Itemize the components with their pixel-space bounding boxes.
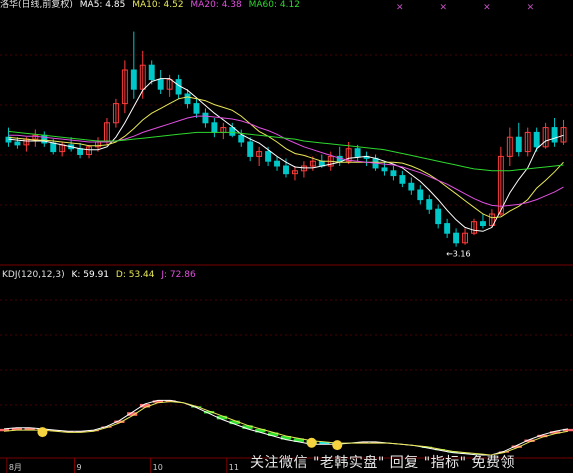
- candle-body: [381, 167, 388, 172]
- smiley-face: [37, 427, 48, 438]
- candle-body: [274, 160, 281, 167]
- low-price-marker: ←3.16: [446, 250, 471, 259]
- ma-line-ma10: [8, 96, 564, 219]
- candle-body: [77, 148, 84, 155]
- candle-body: [408, 182, 415, 191]
- candle-body: [238, 134, 245, 143]
- date-label: 8月: [9, 463, 22, 472]
- candle-body: [533, 131, 540, 148]
- date-label: 9: [77, 463, 82, 472]
- kdj-k-label: K: 59.91: [71, 270, 110, 280]
- candle-body: [14, 141, 21, 146]
- date-axis: 8月 9 10 11: [6, 458, 239, 473]
- candle-body: [435, 208, 442, 225]
- candle-body: [444, 223, 451, 234]
- candle-body: [453, 232, 460, 244]
- ma60-label: MA60: 4.12: [248, 0, 300, 10]
- candle-body: [148, 64, 155, 81]
- date-label: 10: [153, 463, 163, 472]
- candle-body: [229, 127, 236, 136]
- smiley-icon: [332, 440, 343, 451]
- candle-body: [247, 141, 254, 157]
- smiley-face: [306, 437, 317, 448]
- date-label: 11: [229, 463, 239, 472]
- kdj-k-line: [3, 399, 569, 456]
- candle-body: [202, 112, 209, 124]
- chart-title: 洛华(日线,前复权): [0, 0, 73, 10]
- kdj-d-line: [3, 401, 569, 456]
- candle-body: [479, 221, 486, 227]
- watermark-text: 关注微信 "老韩实盘" 回复 "指标" 免费领: [250, 455, 516, 471]
- candle-body: [417, 189, 424, 201]
- candle-body: [390, 170, 397, 177]
- kdj-title: KDJ(120,12,3): [2, 270, 65, 280]
- ma10-label: MA10: 4.52: [132, 0, 184, 10]
- candle-body: [157, 79, 164, 90]
- price-legend: 洛华(日线,前复权) MA5: 4.85 MA10: 4.52 MA20: 4.…: [0, 0, 300, 11]
- chart-canvas[interactable]: ←3.16 8月 9 10 11: [0, 0, 573, 473]
- kdj-d-label: D: 53.44: [115, 270, 155, 280]
- candle-body: [354, 148, 361, 157]
- smiley-icon: [306, 437, 317, 448]
- candle-body: [399, 175, 406, 184]
- candle-body: [211, 122, 218, 133]
- candle-body: [515, 136, 522, 153]
- candle-body: [184, 93, 191, 105]
- cross-marks: ✕✕✕✕: [396, 3, 571, 13]
- ma20-label: MA20: 4.38: [190, 0, 242, 10]
- candle-body: [130, 69, 137, 90]
- kdj-legend: KDJ(120,12,3) K: 59.91 D: 53.44 J: 72.86: [0, 270, 196, 281]
- stock-chart-window: ←3.16 8月 9 10 11 洛华(日线,前复权) MA5: 4.85 MA10:…: [0, 0, 573, 473]
- candlestick-series: ←3.16: [5, 31, 567, 259]
- candle-body: [283, 165, 289, 175]
- ma5-label: MA5: 4.85: [79, 0, 126, 10]
- smiley-icon: [37, 427, 48, 438]
- kdj-indicator: [0, 399, 573, 456]
- candle-body: [265, 151, 272, 162]
- smiley-face: [332, 440, 343, 451]
- candle-body: [551, 127, 558, 143]
- price-grid: [0, 54, 573, 459]
- kdj-j-label: J: 72.86: [161, 270, 196, 280]
- candle-body: [193, 103, 200, 114]
- candle-body: [426, 199, 433, 210]
- candle-body: [50, 142, 57, 153]
